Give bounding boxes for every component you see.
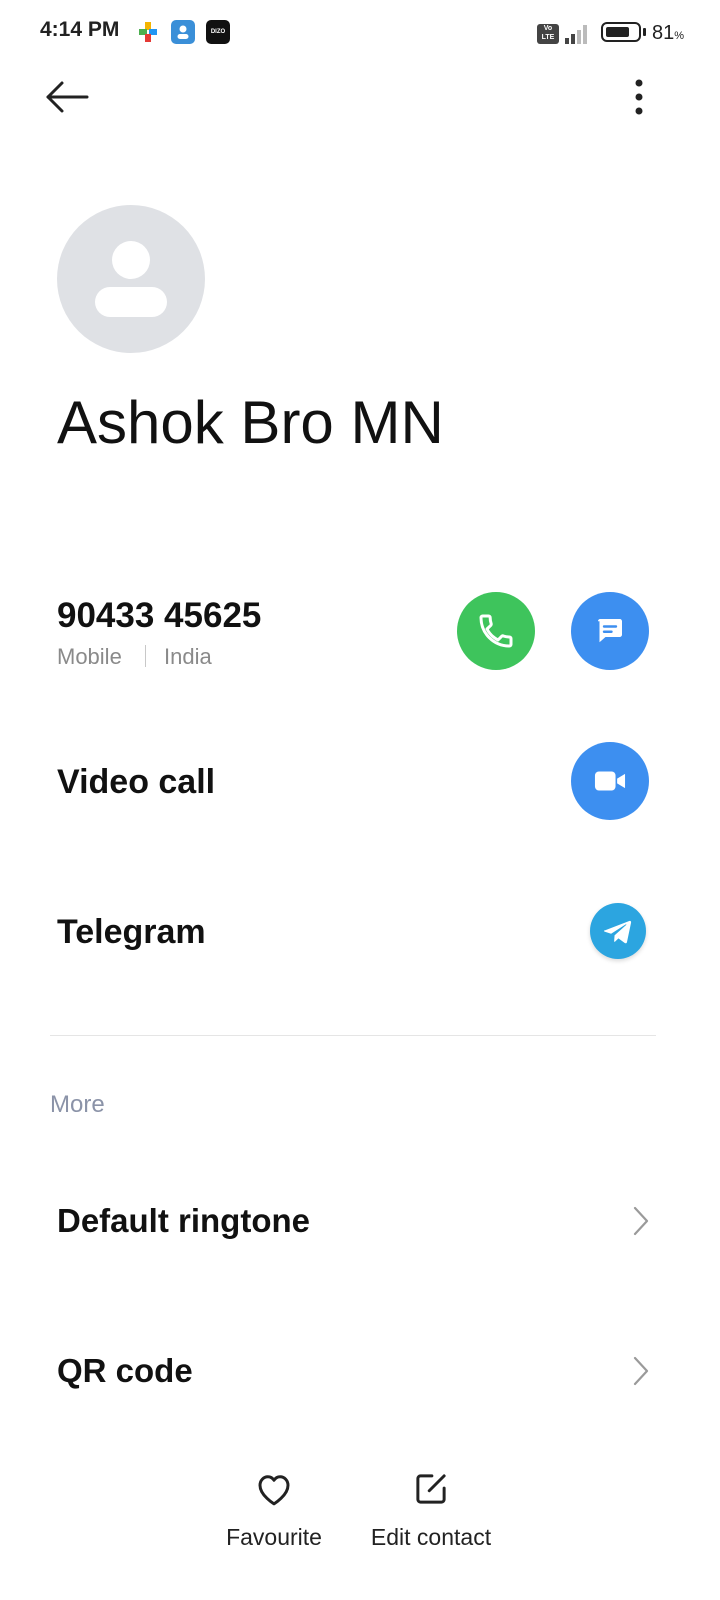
more-section-title: More (50, 1091, 105, 1118)
avatar[interactable] (57, 205, 205, 353)
contacts-app-icon (171, 20, 195, 44)
back-button[interactable] (38, 72, 94, 122)
battery-fill (606, 27, 629, 37)
phone-type: Mobile (57, 644, 122, 669)
telegram-label[interactable]: Telegram (57, 913, 206, 952)
battery-percent: 81% (652, 22, 685, 44)
qr-code-row[interactable]: QR code (0, 1316, 720, 1426)
video-call-label[interactable]: Video call (57, 763, 215, 802)
chevron-right-icon (633, 1206, 649, 1236)
phone-meta-divider (145, 645, 146, 667)
phone-region: India (164, 644, 212, 669)
chevron-right-icon (633, 1356, 649, 1386)
battery-icon (601, 22, 641, 42)
edit-contact-label: Edit contact (370, 1524, 492, 1550)
battery-cap (643, 28, 646, 36)
favourite-label: Favourite (226, 1524, 322, 1550)
message-icon (598, 619, 622, 643)
edit-square-icon (416, 1474, 446, 1504)
default-ringtone-row[interactable]: Default ringtone (0, 1166, 720, 1276)
signal-icon (563, 22, 593, 49)
arrow-left-icon (46, 81, 89, 113)
video-call-button[interactable] (571, 742, 649, 820)
call-button[interactable] (457, 592, 535, 670)
message-button[interactable] (571, 592, 649, 670)
dizo-app-icon: DIZO (206, 20, 230, 44)
edit-contact-button[interactable]: Edit contact (361, 1468, 501, 1578)
heart-outline-icon (258, 1475, 290, 1506)
puzzle-app-icon (136, 20, 160, 44)
qr-code-label: QR code (57, 1352, 193, 1389)
volte-icon: Vo LTE (537, 24, 559, 44)
person-placeholder-body (95, 287, 167, 317)
section-divider (50, 1035, 656, 1036)
telegram-button[interactable] (590, 903, 646, 959)
telegram-icon (603, 920, 632, 944)
more-options-button[interactable] (616, 72, 662, 122)
video-camera-icon (594, 771, 626, 791)
phone-icon (479, 614, 513, 648)
person-placeholder-icon (112, 241, 150, 279)
more-vertical-icon (635, 79, 643, 115)
default-ringtone-label: Default ringtone (57, 1202, 310, 1239)
phone-number[interactable]: 90433 45625 (57, 596, 261, 636)
status-time: 4:14 PM (40, 18, 120, 41)
contact-name: Ashok Bro MN (57, 389, 444, 456)
favourite-button[interactable]: Favourite (204, 1468, 344, 1578)
